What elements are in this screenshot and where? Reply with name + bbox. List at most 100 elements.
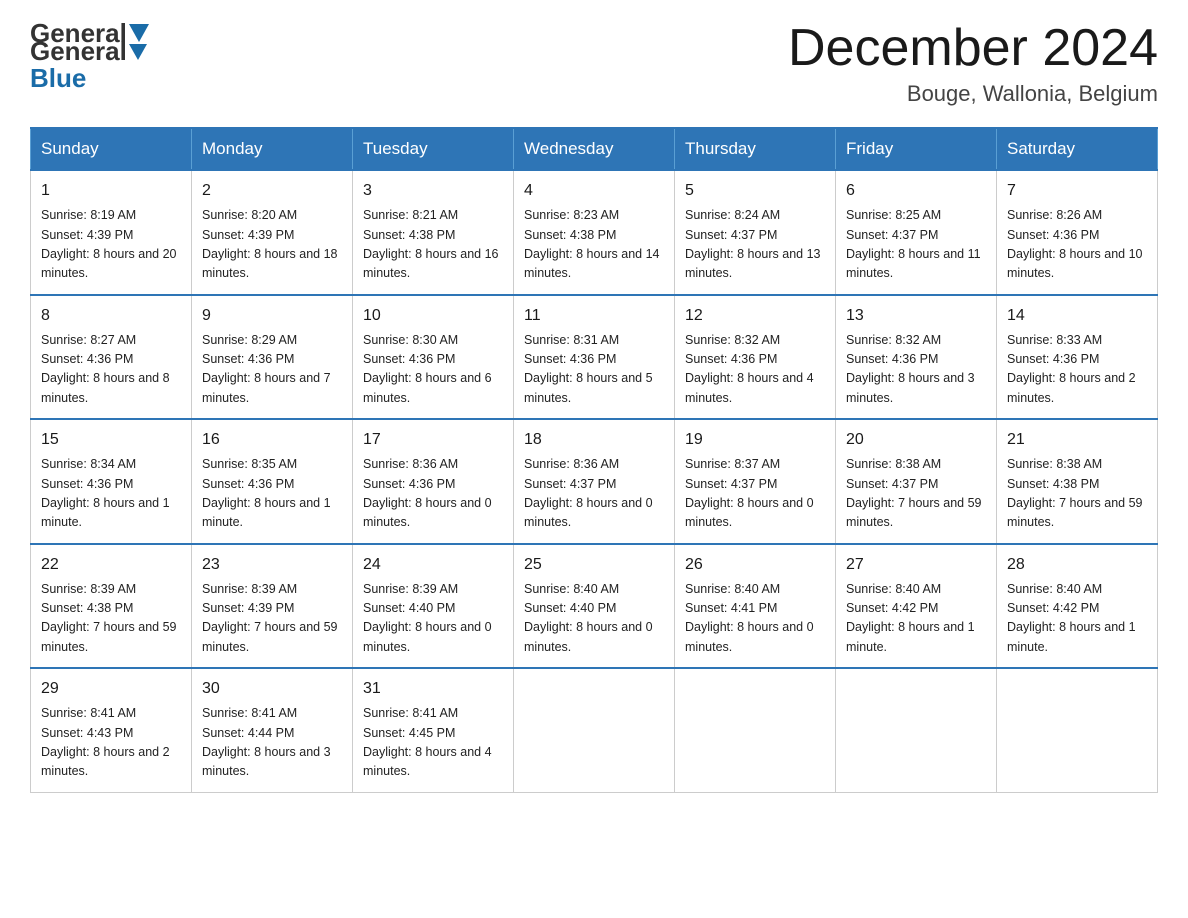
col-sunday: Sunday <box>31 128 192 170</box>
day-number: 9 <box>202 304 342 328</box>
day-number: 17 <box>363 428 503 452</box>
day-info: Sunrise: 8:39 AMSunset: 4:40 PMDaylight:… <box>363 580 503 658</box>
calendar-cell: 7 Sunrise: 8:26 AMSunset: 4:36 PMDaylight… <box>997 170 1158 295</box>
day-info: Sunrise: 8:40 AMSunset: 4:40 PMDaylight:… <box>524 580 664 658</box>
calendar-cell: 24 Sunrise: 8:39 AMSunset: 4:40 PMDayligh… <box>353 544 514 669</box>
calendar-cell <box>675 668 836 792</box>
day-number: 27 <box>846 553 986 577</box>
calendar-cell <box>997 668 1158 792</box>
day-info: Sunrise: 8:37 AMSunset: 4:37 PMDaylight:… <box>685 455 825 533</box>
day-info: Sunrise: 8:29 AMSunset: 4:36 PMDaylight:… <box>202 331 342 409</box>
day-number: 16 <box>202 428 342 452</box>
title-area: December 2024 Bouge, Wallonia, Belgium <box>788 20 1158 107</box>
calendar-cell: 21 Sunrise: 8:38 AMSunset: 4:38 PMDayligh… <box>997 419 1158 544</box>
day-info: Sunrise: 8:40 AMSunset: 4:42 PMDaylight:… <box>846 580 986 658</box>
day-number: 28 <box>1007 553 1147 577</box>
day-number: 4 <box>524 179 664 203</box>
calendar-week-row-2: 8 Sunrise: 8:27 AMSunset: 4:36 PMDaylight… <box>31 295 1158 420</box>
calendar-cell: 30 Sunrise: 8:41 AMSunset: 4:44 PMDayligh… <box>192 668 353 792</box>
calendar-cell: 4 Sunrise: 8:23 AMSunset: 4:38 PMDaylight… <box>514 170 675 295</box>
day-info: Sunrise: 8:38 AMSunset: 4:37 PMDaylight:… <box>846 455 986 533</box>
calendar-cell: 6 Sunrise: 8:25 AMSunset: 4:37 PMDaylight… <box>836 170 997 295</box>
day-info: Sunrise: 8:25 AMSunset: 4:37 PMDaylight:… <box>846 206 986 284</box>
calendar-cell: 3Sunrise: 8:21 AMSunset: 4:38 PMDaylight… <box>353 170 514 295</box>
calendar-cell: 8 Sunrise: 8:27 AMSunset: 4:36 PMDaylight… <box>31 295 192 420</box>
calendar-cell: 2 Sunrise: 8:20 AMSunset: 4:39 PMDaylight… <box>192 170 353 295</box>
day-number: 22 <box>41 553 181 577</box>
day-info: Sunrise: 8:39 AMSunset: 4:39 PMDaylight:… <box>202 580 342 658</box>
day-info: Sunrise: 8:21 AMSunset: 4:38 PMDaylight:… <box>363 206 503 284</box>
day-info: Sunrise: 8:27 AMSunset: 4:36 PMDaylight:… <box>41 331 181 409</box>
day-number: 25 <box>524 553 664 577</box>
day-info: Sunrise: 8:39 AMSunset: 4:38 PMDaylight:… <box>41 580 181 658</box>
calendar-cell <box>514 668 675 792</box>
logo: General General Blue <box>30 20 151 94</box>
day-number: 19 <box>685 428 825 452</box>
calendar-table: Sunday Monday Tuesday Wednesday Thursday… <box>30 127 1158 793</box>
calendar-cell: 1Sunrise: 8:19 AMSunset: 4:39 PMDaylight… <box>31 170 192 295</box>
day-number: 13 <box>846 304 986 328</box>
day-number: 24 <box>363 553 503 577</box>
day-info: Sunrise: 8:38 AMSunset: 4:38 PMDaylight:… <box>1007 455 1147 533</box>
day-info: Sunrise: 8:19 AMSunset: 4:39 PMDaylight:… <box>41 206 181 284</box>
calendar-week-row-1: 1Sunrise: 8:19 AMSunset: 4:39 PMDaylight… <box>31 170 1158 295</box>
calendar-cell: 26 Sunrise: 8:40 AMSunset: 4:41 PMDayligh… <box>675 544 836 669</box>
day-number: 26 <box>685 553 825 577</box>
calendar-cell: 18 Sunrise: 8:36 AMSunset: 4:37 PMDayligh… <box>514 419 675 544</box>
day-info: Sunrise: 8:30 AMSunset: 4:36 PMDaylight:… <box>363 331 503 409</box>
calendar-header-row: Sunday Monday Tuesday Wednesday Thursday… <box>31 128 1158 170</box>
page-header: General General Blue December 2024 Bouge… <box>30 20 1158 107</box>
day-number: 30 <box>202 677 342 701</box>
day-info: Sunrise: 8:41 AMSunset: 4:44 PMDaylight:… <box>202 704 342 782</box>
day-info: Sunrise: 8:41 AMSunset: 4:45 PMDaylight:… <box>363 704 503 782</box>
calendar-week-row-5: 29Sunrise: 8:41 AMSunset: 4:43 PMDayligh… <box>31 668 1158 792</box>
calendar-cell: 27 Sunrise: 8:40 AMSunset: 4:42 PMDayligh… <box>836 544 997 669</box>
col-tuesday: Tuesday <box>353 128 514 170</box>
logo-blue-text: Blue <box>30 63 86 94</box>
calendar-cell: 29Sunrise: 8:41 AMSunset: 4:43 PMDayligh… <box>31 668 192 792</box>
day-number: 14 <box>1007 304 1147 328</box>
logo-arrow-icon <box>129 44 147 60</box>
day-info: Sunrise: 8:20 AMSunset: 4:39 PMDaylight:… <box>202 206 342 284</box>
day-number: 15 <box>41 428 181 452</box>
day-info: Sunrise: 8:26 AMSunset: 4:36 PMDaylight:… <box>1007 206 1147 284</box>
day-info: Sunrise: 8:41 AMSunset: 4:43 PMDaylight:… <box>41 704 181 782</box>
calendar-cell: 17Sunrise: 8:36 AMSunset: 4:36 PMDayligh… <box>353 419 514 544</box>
calendar-cell: 13 Sunrise: 8:32 AMSunset: 4:36 PMDayligh… <box>836 295 997 420</box>
day-number: 6 <box>846 179 986 203</box>
calendar-cell: 12 Sunrise: 8:32 AMSunset: 4:36 PMDayligh… <box>675 295 836 420</box>
day-info: Sunrise: 8:23 AMSunset: 4:38 PMDaylight:… <box>524 206 664 284</box>
calendar-week-row-3: 15 Sunrise: 8:34 AMSunset: 4:36 PMDayligh… <box>31 419 1158 544</box>
calendar-cell: 9 Sunrise: 8:29 AMSunset: 4:36 PMDaylight… <box>192 295 353 420</box>
day-info: Sunrise: 8:40 AMSunset: 4:41 PMDaylight:… <box>685 580 825 658</box>
calendar-cell: 16 Sunrise: 8:35 AMSunset: 4:36 PMDayligh… <box>192 419 353 544</box>
day-info: Sunrise: 8:32 AMSunset: 4:36 PMDaylight:… <box>685 331 825 409</box>
location: Bouge, Wallonia, Belgium <box>788 81 1158 107</box>
day-number: 2 <box>202 179 342 203</box>
day-number: 21 <box>1007 428 1147 452</box>
day-number: 11 <box>524 304 664 328</box>
day-info: Sunrise: 8:40 AMSunset: 4:42 PMDaylight:… <box>1007 580 1147 658</box>
calendar-cell: 11Sunrise: 8:31 AMSunset: 4:36 PMDayligh… <box>514 295 675 420</box>
calendar-cell: 19 Sunrise: 8:37 AMSunset: 4:37 PMDayligh… <box>675 419 836 544</box>
calendar-cell: 10 Sunrise: 8:30 AMSunset: 4:36 PMDayligh… <box>353 295 514 420</box>
col-saturday: Saturday <box>997 128 1158 170</box>
day-info: Sunrise: 8:32 AMSunset: 4:36 PMDaylight:… <box>846 331 986 409</box>
day-number: 10 <box>363 304 503 328</box>
col-monday: Monday <box>192 128 353 170</box>
day-number: 7 <box>1007 179 1147 203</box>
day-number: 31 <box>363 677 503 701</box>
calendar-cell: 31 Sunrise: 8:41 AMSunset: 4:45 PMDayligh… <box>353 668 514 792</box>
day-info: Sunrise: 8:33 AMSunset: 4:36 PMDaylight:… <box>1007 331 1147 409</box>
day-info: Sunrise: 8:35 AMSunset: 4:36 PMDaylight:… <box>202 455 342 533</box>
calendar-cell <box>836 668 997 792</box>
calendar-cell: 15 Sunrise: 8:34 AMSunset: 4:36 PMDayligh… <box>31 419 192 544</box>
calendar-cell: 22 Sunrise: 8:39 AMSunset: 4:38 PMDayligh… <box>31 544 192 669</box>
day-number: 18 <box>524 428 664 452</box>
calendar-cell: 14 Sunrise: 8:33 AMSunset: 4:36 PMDayligh… <box>997 295 1158 420</box>
day-number: 12 <box>685 304 825 328</box>
day-number: 8 <box>41 304 181 328</box>
day-info: Sunrise: 8:34 AMSunset: 4:36 PMDaylight:… <box>41 455 181 533</box>
day-info: Sunrise: 8:24 AMSunset: 4:37 PMDaylight:… <box>685 206 825 284</box>
day-info: Sunrise: 8:36 AMSunset: 4:37 PMDaylight:… <box>524 455 664 533</box>
